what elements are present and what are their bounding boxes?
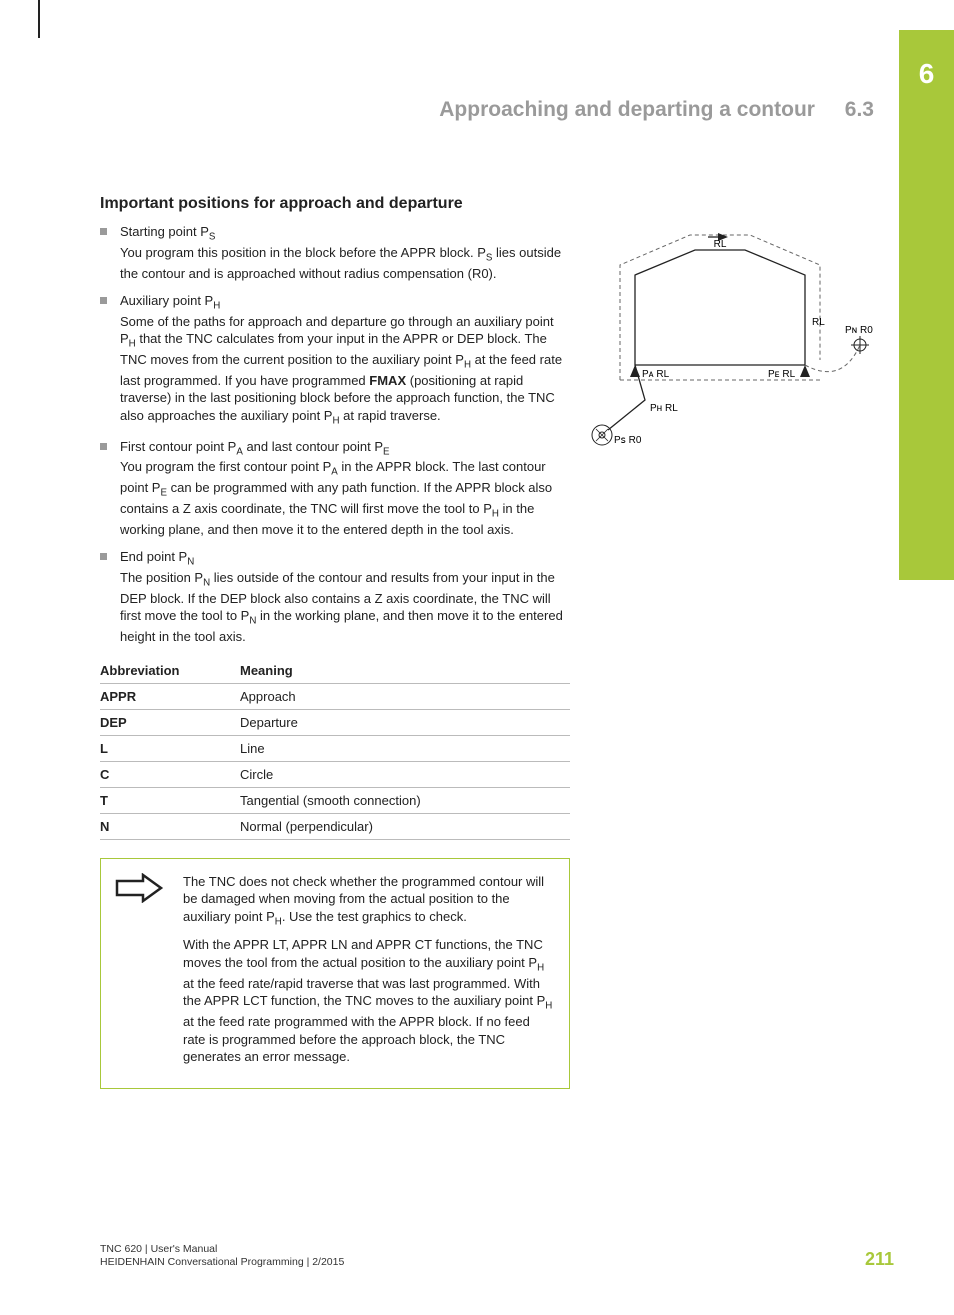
fig-label-rl-top: RL [714, 239, 727, 250]
table-row: APPRApproach [100, 683, 570, 709]
fig-label-rl-right: RL [812, 317, 825, 328]
table-row: TTangential (smooth connection) [100, 787, 570, 813]
chapter-tab: 6 [899, 30, 954, 580]
running-header: Approaching and departing a contour 6.3 [439, 98, 874, 122]
page-footer: TNC 620 | User's Manual HEIDENHAIN Conve… [100, 1243, 894, 1270]
footer-line-2: HEIDENHAIN Conversational Programming | … [100, 1256, 894, 1270]
list-item-title: Auxiliary point PH [120, 292, 570, 313]
footer-line-1: TNC 620 | User's Manual [100, 1243, 894, 1257]
list-item-body: The position PN lies outside of the cont… [120, 569, 570, 646]
fig-label-pn-r0: Pɴ R0 [845, 325, 873, 336]
note-box: The TNC does not check whether the progr… [100, 858, 570, 1089]
list-item: Starting point PS You program this posit… [100, 223, 570, 282]
header-title: Approaching and departing a contour [439, 98, 815, 121]
list-item: First contour point PA and last contour … [100, 438, 570, 539]
fig-label-pa-rl: Pᴀ RL [642, 369, 670, 380]
list-item: End point PN The position PN lies outsid… [100, 548, 570, 645]
list-item-title: End point PN [120, 548, 570, 569]
list-item-title: Starting point PS [120, 223, 570, 244]
note-paragraph: The TNC does not check whether the progr… [183, 873, 555, 929]
chapter-number: 6 [899, 58, 954, 90]
table-head-abbrev: Abbreviation [100, 658, 240, 684]
section-heading: Important positions for approach and dep… [100, 195, 570, 213]
main-content: Important positions for approach and dep… [100, 195, 570, 1089]
table-row: NNormal (perpendicular) [100, 813, 570, 839]
table-head-meaning: Meaning [240, 658, 570, 684]
list-item-title: First contour point PA and last contour … [120, 438, 570, 459]
abbreviation-table: Abbreviation Meaning APPRApproach DEPDep… [100, 658, 570, 840]
header-section: 6.3 [845, 98, 874, 121]
list-item: Auxiliary point PH Some of the paths for… [100, 292, 570, 428]
fig-label-pe-rl: Pᴇ RL [768, 369, 796, 380]
fig-label-ps-r0: Pꜱ R0 [614, 435, 642, 446]
contour-figure: RL RL Pᴀ RL Pᴇ RL Pɴ R0 Pʜ RL Pꜱ R0 [590, 225, 880, 450]
page-number: 211 [865, 1249, 894, 1270]
table-row: DEPDeparture [100, 709, 570, 735]
list-item-body: You program the first contour point PA i… [120, 458, 570, 538]
table-row: CCircle [100, 761, 570, 787]
table-row: LLine [100, 735, 570, 761]
note-paragraph: With the APPR LT, APPR LN and APPR CT fu… [183, 936, 555, 1065]
arrow-right-icon [115, 873, 165, 903]
list-item-body: Some of the paths for approach and depar… [120, 313, 570, 428]
list-item-body: You program this position in the block b… [120, 244, 570, 282]
fig-label-ph-rl: Pʜ RL [650, 403, 678, 414]
position-list: Starting point PS You program this posit… [100, 223, 570, 646]
crop-mark [38, 0, 40, 38]
